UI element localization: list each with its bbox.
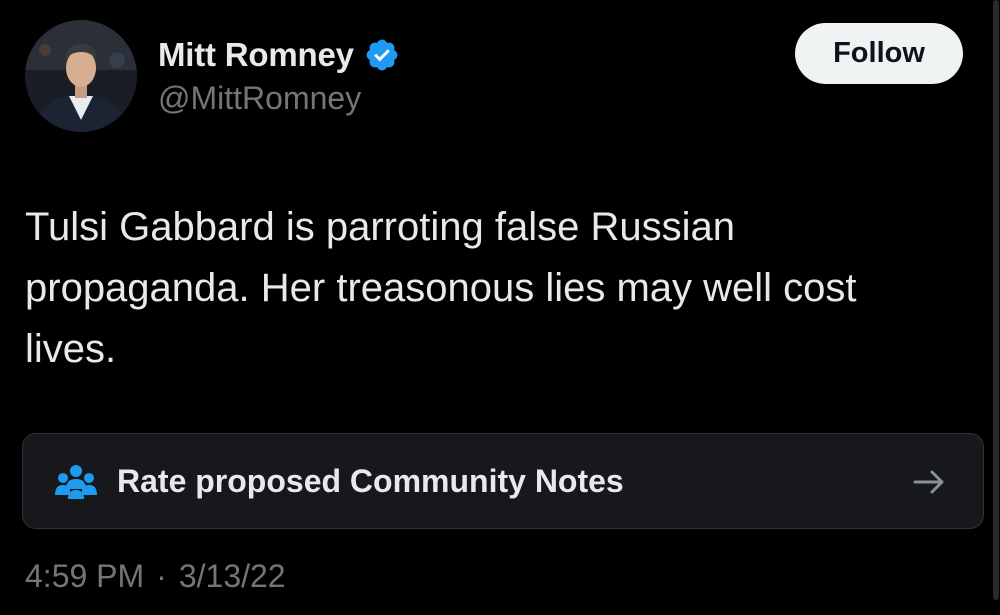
author-name-row: Mitt Romney: [158, 33, 400, 77]
people-icon: [55, 465, 97, 499]
avatar[interactable]: [25, 20, 137, 132]
tweet-time: 4:59 PM: [25, 558, 145, 594]
timestamp-separator: ·: [156, 558, 167, 594]
scrollbar[interactable]: [990, 0, 1000, 615]
tweet-text: Tulsi Gabbard is parroting false Russian…: [25, 205, 857, 371]
tweet-timestamp[interactable]: 4:59 PM · 3/13/22: [25, 558, 286, 595]
community-notes-label: Rate proposed Community Notes: [117, 463, 624, 499]
author-display-name[interactable]: Mitt Romney: [158, 36, 354, 74]
author-handle[interactable]: @MittRomney: [158, 80, 361, 117]
tweet: Mitt Romney @MittRomney Follow Tulsi Gab…: [0, 0, 990, 615]
community-notes-card[interactable]: Rate proposed Community Notes: [22, 433, 984, 529]
verified-badge-icon[interactable]: [364, 37, 400, 73]
arrow-right-icon: [913, 470, 944, 494]
scrollbar-thumb[interactable]: [993, 0, 999, 600]
tweet-date: 3/13/22: [178, 558, 286, 594]
follow-button[interactable]: Follow: [795, 23, 963, 84]
avatar-image: [25, 20, 137, 132]
